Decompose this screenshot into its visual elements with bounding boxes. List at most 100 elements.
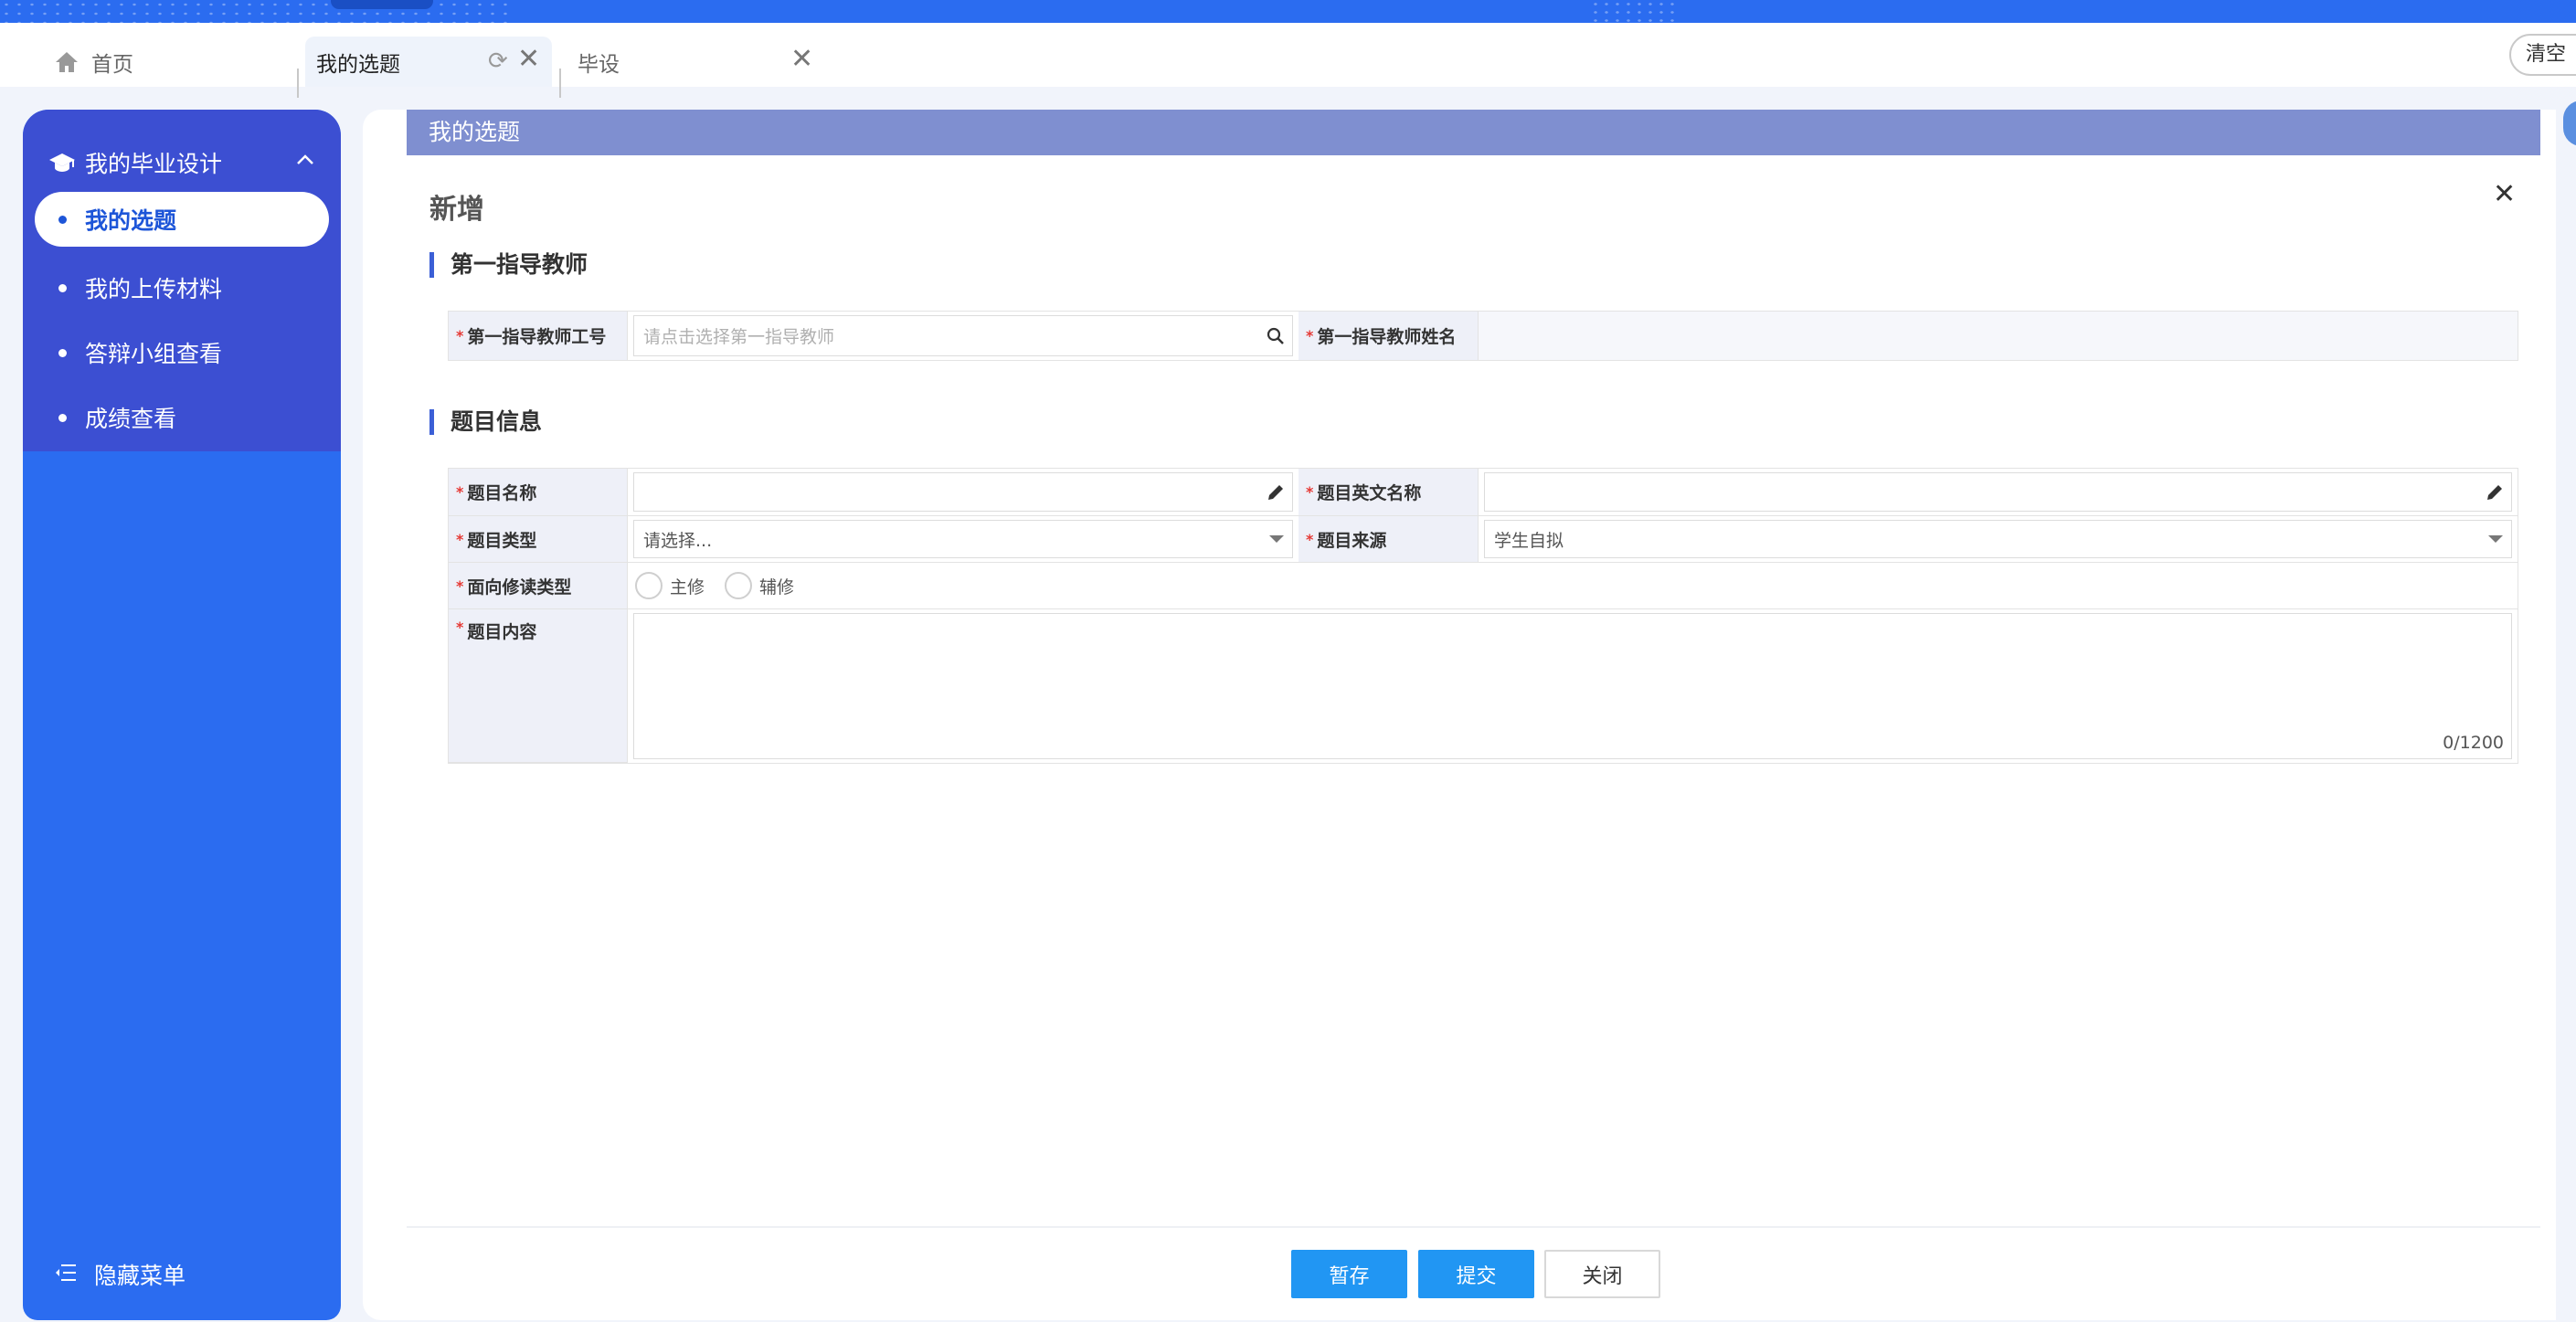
content-cell: 0/1200 [628,609,2518,763]
clear-tabs-button[interactable]: 清空 [2509,34,2576,76]
advisor-id-input[interactable]: 请点击选择第一指导教师 [633,315,1293,356]
topic-source-select[interactable]: 学生自拟 [1484,520,2512,558]
sidebar-group: 我的毕业设计 我的选题 我的上传材料 答辩小组查看 成绩查看 [23,110,341,451]
topic-type-select[interactable]: 请选择... [633,520,1293,558]
tab-bishe[interactable]: 毕设 ✕ [576,37,813,87]
advisor-id-label: * 第一指导教师工号 [449,312,628,361]
study-type-cell: 主修 辅修 [628,563,2518,609]
advisor-form: * 第一指导教师工号 请点击选择第一指导教师 * 第一指导教师姓名 [448,311,2518,361]
footer-divider [407,1226,2540,1228]
hide-menu-label: 隐藏菜单 [94,1263,186,1289]
bullet-icon [58,215,67,224]
required-mark: * [456,483,464,501]
study-type-label: * 面向修读类型 [449,563,628,609]
sidebar-group-label: 我的毕业设计 [85,150,223,177]
menu-collapse-icon [56,1264,76,1281]
char-counter: 0/1200 [2443,733,2504,753]
sidebar-item-label: 成绩查看 [85,406,177,432]
topic-type-label: * 题目类型 [449,516,628,563]
save-draft-button[interactable]: 暂存 [1291,1250,1407,1298]
radio-minor[interactable]: 辅修 [725,572,794,599]
pencil-icon [2487,484,2502,500]
topic-en-input[interactable] [1484,472,2512,512]
tab-divider [559,69,561,98]
sidebar-item-my-uploads[interactable]: 我的上传材料 [23,260,341,315]
content-label: * 题目内容 [449,609,628,763]
banner-pattern [0,0,512,23]
chevron-up-icon[interactable] [293,148,317,172]
sidebar-item-my-topic[interactable]: 我的选题 [35,192,329,247]
advisor-id-cell: 请点击选择第一指导教师 [628,312,1299,361]
sidebar-group-header[interactable]: 我的毕业设计 [23,137,341,187]
advisor-id-label-text: 第一指导教师工号 [467,327,607,347]
topic-en-cell [1479,469,2518,516]
required-mark: * [1306,530,1314,548]
topic-type-label-text: 题目类型 [467,530,537,551]
page-title: 我的选题 [407,110,2540,155]
tab-home[interactable]: 首页 [55,37,292,87]
topic-name-cell [628,469,1299,516]
top-banner [0,0,2576,23]
content-label-text: 题目内容 [467,622,537,642]
dialog-title: 新增 [429,194,484,226]
topic-type-cell: 请选择... [628,516,1299,563]
required-mark: * [456,327,464,344]
sidebar: 我的毕业设计 我的选题 我的上传材料 答辩小组查看 成绩查看 隐藏菜单 [23,110,341,1320]
banner-pill [331,0,433,9]
submit-button[interactable]: 提交 [1418,1250,1534,1298]
tab-divider [297,69,299,98]
refresh-icon[interactable]: ⟳ [488,48,508,75]
topic-source-value: 学生自拟 [1494,530,1564,551]
caret-down-icon [1269,535,1284,543]
sidebar-item-label: 我的选题 [85,207,177,234]
topic-source-cell: 学生自拟 [1479,516,2518,563]
home-icon [56,51,78,72]
required-mark: * [456,619,464,636]
hide-menu-button[interactable]: 隐藏菜单 [23,1252,341,1297]
caret-down-icon [2488,535,2503,543]
tab-home-label: 首页 [91,52,133,77]
topic-type-value: 请选择... [643,530,713,551]
radio-minor-label: 辅修 [759,576,795,598]
sidebar-item-grades[interactable]: 成绩查看 [23,390,341,445]
pencil-icon [1268,484,1283,500]
radio-circle[interactable] [725,572,752,599]
dialog-close-icon[interactable]: ✕ [2493,178,2516,210]
radio-major-label: 主修 [670,576,705,598]
tab-my-topic[interactable]: 我的选题 ⟳ ✕ [305,37,552,87]
topic-source-label: * 题目来源 [1299,516,1479,563]
content-textarea[interactable]: 0/1200 [633,613,2512,759]
section-heading-topic: 题目信息 [429,409,542,435]
tab-my-topic-label: 我的选题 [316,52,400,77]
advisor-name-field [1479,312,2518,361]
topic-source-label-text: 题目来源 [1317,530,1387,551]
advisor-id-placeholder: 请点击选择第一指导教师 [643,327,835,347]
advisor-name-label-text: 第一指导教师姓名 [1317,327,1457,347]
topic-en-label-text: 题目英文名称 [1317,483,1422,503]
required-mark: * [456,576,464,595]
tab-bishe-label: 毕设 [578,52,620,77]
search-icon[interactable] [1267,327,1285,345]
section-heading-advisor: 第一指导教师 [429,252,588,278]
bullet-icon [58,283,67,292]
advisor-name-label: * 第一指导教师姓名 [1299,312,1479,361]
radio-circle[interactable] [635,572,663,599]
avatar[interactable] [2563,100,2576,146]
bullet-icon [58,413,67,422]
topic-form: * 题目名称 * 题目英文名称 * 题目类型 请选择... * 题目来源 学生自… [448,468,2518,764]
bullet-icon [58,348,67,357]
sidebar-item-label: 答辩小组查看 [85,341,223,367]
tab-my-topic-close-icon[interactable]: ✕ [517,46,540,73]
topic-name-input[interactable] [633,472,1293,512]
required-mark: * [1306,327,1314,344]
tab-bishe-close-icon[interactable]: ✕ [790,46,813,73]
study-type-label-text: 面向修读类型 [467,576,572,598]
radio-major[interactable]: 主修 [635,572,705,599]
required-mark: * [456,530,464,548]
sidebar-item-defense-group[interactable]: 答辩小组查看 [23,325,341,380]
topic-name-label: * 题目名称 [449,469,628,516]
close-button[interactable]: 关闭 [1544,1250,1660,1298]
banner-pattern-right [1590,0,1681,23]
graduation-cap-icon [49,153,75,172]
sidebar-item-label: 我的上传材料 [85,276,223,302]
